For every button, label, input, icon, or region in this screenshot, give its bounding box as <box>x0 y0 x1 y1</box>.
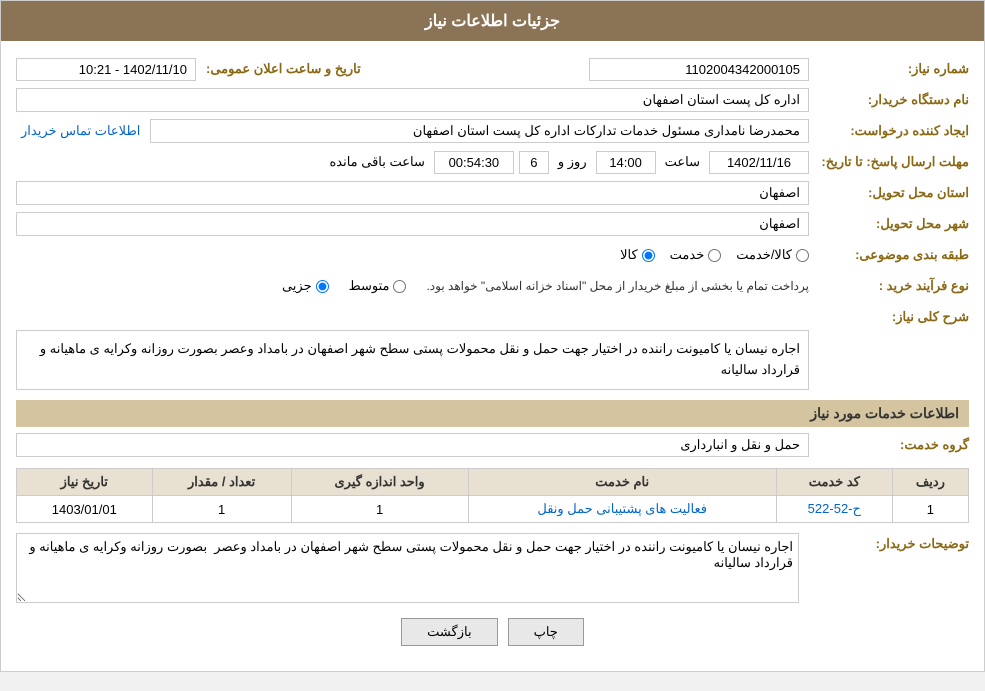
process-note: پرداخت تمام یا بخشی از مبلغ خریدار از مح… <box>426 279 809 293</box>
city-row: شهر محل تحویل: اصفهان <box>16 211 969 237</box>
process-jozyi-radio[interactable] <box>316 280 329 293</box>
buyer-desc-textarea[interactable] <box>16 533 799 603</box>
back-button[interactable]: بازگشت <box>401 618 497 646</box>
col-service-name: نام خدمت <box>468 469 776 496</box>
need-number-value: 1102004342000105 <box>589 58 809 81</box>
cell-unit: 1 <box>291 496 468 523</box>
subject-kala-label: کالا <box>620 247 638 263</box>
buyer-org-row: نام دستگاه خریدار: اداره کل پست استان اص… <box>16 87 969 113</box>
cell-service-name: فعالیت های پشتیبانی حمل ونقل <box>468 496 776 523</box>
process-label: نوع فرآیند خرید : <box>809 278 969 294</box>
process-note-item: پرداخت تمام یا بخشی از مبلغ خریدار از مح… <box>426 279 809 293</box>
cell-date: 1403/01/01 <box>17 496 153 523</box>
print-button[interactable]: چاپ <box>508 618 584 646</box>
services-section-title: اطلاعات خدمات مورد نیاز <box>16 400 969 427</box>
services-table: ردیف کد خدمت نام خدمت واحد اندازه گیری ت… <box>16 468 969 523</box>
services-table-section: ردیف کد خدمت نام خدمت واحد اندازه گیری ت… <box>16 468 969 523</box>
col-rownum: ردیف <box>892 469 968 496</box>
col-date: تاریخ نیاز <box>17 469 153 496</box>
buyer-desc-label: توضیحات خریدار: <box>809 533 969 552</box>
city-value: اصفهان <box>16 212 809 236</box>
subject-radio-group: کالا/خدمت خدمت کالا <box>620 247 809 263</box>
page-header: جزئیات اطلاعات نیاز <box>1 1 984 41</box>
content-area: شماره نیاز: 1102004342000105 تاریخ و ساع… <box>1 41 984 671</box>
reply-remaining-label: ساعت باقی مانده <box>329 154 424 170</box>
created-by-value: محمدرضا نامداری مسئول خدمات تدارکات ادار… <box>150 119 809 143</box>
province-row: استان محل تحویل: اصفهان <box>16 180 969 206</box>
subject-label: طبقه بندی موضوعی: <box>809 247 969 263</box>
process-jozyi-label: جزیی <box>282 278 312 294</box>
need-number-row: شماره نیاز: 1102004342000105 تاریخ و ساع… <box>16 56 969 82</box>
announcement-label: تاریخ و ساعت اعلان عمومی: <box>196 61 371 77</box>
reply-deadline-fields: 1402/11/16 ساعت 14:00 روز و 6 00:54:30 س… <box>16 151 809 174</box>
process-row: نوع فرآیند خرید : پرداخت تمام یا بخشی از… <box>16 273 969 299</box>
province-value: اصفهان <box>16 181 809 205</box>
reply-time: 14:00 <box>596 151 656 174</box>
description-value: اجاره نیسان یا کامیونت راننده در اختیار … <box>16 330 809 390</box>
subject-khedmat-label: خدمت <box>670 247 705 263</box>
reply-date: 1402/11/16 <box>709 151 809 174</box>
subject-kala-khedmat-label: کالا/خدمت <box>736 247 792 263</box>
buyer-org-value: اداره کل پست استان اصفهان <box>16 88 809 112</box>
subject-khedmat-radio[interactable] <box>708 249 721 262</box>
reply-time-label: ساعت <box>665 154 700 170</box>
subject-khedmat-option: خدمت <box>670 247 722 263</box>
cell-service-code: ح-52-522 <box>776 496 892 523</box>
table-header-row: ردیف کد خدمت نام خدمت واحد اندازه گیری ت… <box>17 469 969 496</box>
subject-row: طبقه بندی موضوعی: کالا/خدمت خدمت کالا <box>16 242 969 268</box>
cell-quantity: 1 <box>152 496 291 523</box>
process-jozyi-option: جزیی <box>282 278 329 294</box>
col-unit: واحد اندازه گیری <box>291 469 468 496</box>
process-motawaset-label: متوسط <box>349 278 390 294</box>
created-by-row: ایجاد کننده درخواست: محمدرضا نامداری مسئ… <box>16 118 969 144</box>
reply-deadline-row: مهلت ارسال پاسخ: تا تاریخ: 1402/11/16 سا… <box>16 149 969 175</box>
reply-remaining: 00:54:30 <box>434 151 514 174</box>
process-motawaset-radio[interactable] <box>393 280 406 293</box>
reply-days-label: روز و <box>558 154 587 170</box>
subject-kala-option: کالا <box>620 247 655 263</box>
cell-rownum: 1 <box>892 496 968 523</box>
service-group-label: گروه خدمت: <box>809 437 969 453</box>
action-buttons: چاپ بازگشت <box>16 618 969 646</box>
description-row: شرح کلی نیاز: اجاره نیسان یا کامیونت ران… <box>16 309 969 390</box>
need-number-label: شماره نیاز: <box>809 61 969 77</box>
subject-kala-khedmat-radio[interactable] <box>796 249 809 262</box>
process-type-group: پرداخت تمام یا بخشی از مبلغ خریدار از مح… <box>282 278 809 294</box>
reply-deadline-label: مهلت ارسال پاسخ: تا تاریخ: <box>809 154 969 170</box>
main-container: جزئیات اطلاعات نیاز شماره نیاز: 11020043… <box>0 0 985 672</box>
subject-kala-khedmat-option: کالا/خدمت <box>736 247 809 263</box>
contact-link[interactable]: اطلاعات تماس خریدار <box>21 123 140 138</box>
reply-days: 6 <box>519 151 549 174</box>
description-label: شرح کلی نیاز: <box>809 309 969 325</box>
buyer-org-label: نام دستگاه خریدار: <box>809 92 969 108</box>
table-row: 1 ح-52-522 فعالیت های پشتیبانی حمل ونقل … <box>17 496 969 523</box>
service-group-value: حمل و نقل و انبارداری <box>16 433 809 457</box>
announcement-value: 1402/11/10 - 10:21 <box>16 58 196 81</box>
col-service-code: کد خدمت <box>776 469 892 496</box>
subject-kala-radio[interactable] <box>642 249 655 262</box>
city-label: شهر محل تحویل: <box>809 216 969 232</box>
province-label: استان محل تحویل: <box>809 185 969 201</box>
col-quantity: تعداد / مقدار <box>152 469 291 496</box>
service-group-row: گروه خدمت: حمل و نقل و انبارداری <box>16 432 969 458</box>
process-motawaset-option: متوسط <box>349 278 407 294</box>
page-title: جزئیات اطلاعات نیاز <box>425 13 560 30</box>
buyer-desc-row: توضیحات خریدار: <box>16 533 969 603</box>
created-by-label: ایجاد کننده درخواست: <box>809 123 969 139</box>
